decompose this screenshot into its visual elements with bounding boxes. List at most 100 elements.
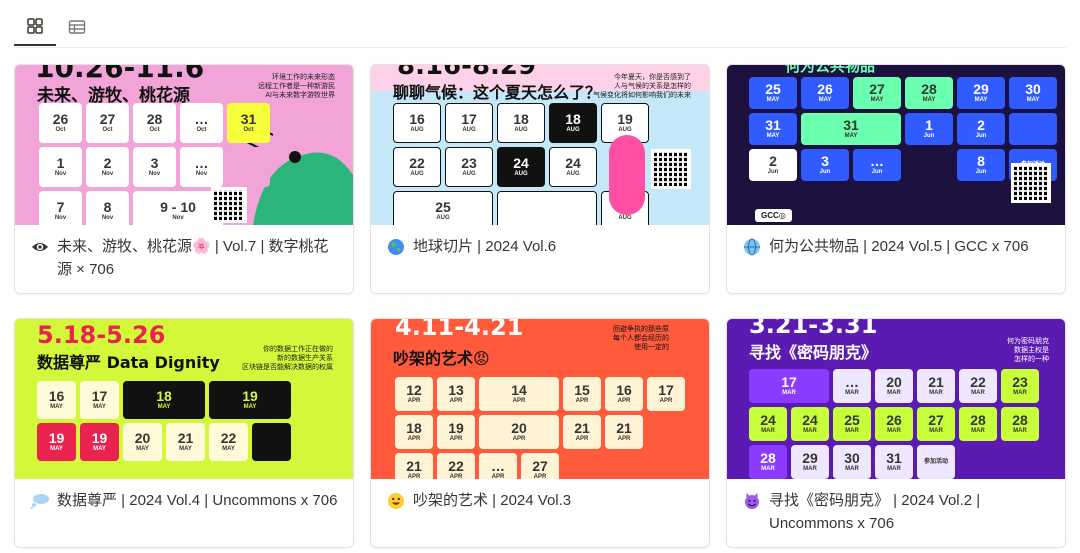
calendar-cell: 31 Oct [227, 103, 270, 143]
gallery-view-tab[interactable] [14, 8, 56, 46]
calendar-cell: 22 APR [437, 453, 475, 479]
sponsor-badge: GCC◎ [755, 209, 792, 222]
calendar-cell: 29 MAY [957, 77, 1005, 109]
card-title-text: 吵架的艺术 | 2024 Vol.3 [413, 492, 572, 509]
table-view-tab[interactable] [56, 8, 98, 46]
calendar-cell: 25 MAY [749, 77, 797, 109]
poster-blurb-line: 新的数据生产关系 [277, 355, 333, 362]
calendar-cell: 17 MAY [80, 381, 119, 419]
calendar-cell: 18 AUG [497, 103, 545, 143]
calendar-cell: 26 MAR [875, 407, 913, 441]
poster-blurb: 环境工作的未来形态 远程工作者是一种新游民 AI与未来数字游牧世界 [258, 73, 335, 100]
card-title: 地球切片 | 2024 Vol.6 [371, 225, 709, 258]
calendar-cell: 22 MAR [959, 369, 997, 403]
poster-subtitle: 寻找《密码朋克》 [749, 343, 878, 362]
calendar-cell: 7 Nov [39, 191, 82, 225]
thought-bubble-icon [29, 490, 51, 512]
calendar-cell: 31 MAY [801, 113, 901, 145]
poster-blurb-line: 何为密码朋克 [1007, 338, 1049, 345]
calendar-cell: 13 APR [437, 377, 475, 411]
calendar-cell: 19 MAY [37, 423, 76, 461]
globe-meridians-icon [741, 236, 763, 258]
calendar-cell [1009, 113, 1057, 145]
poster-subtitle: 聊聊气候：这个夏天怎么了？ [393, 83, 602, 102]
calendar-cell: 1 Nov [39, 147, 82, 187]
calendar-cell: 21 APR [395, 453, 433, 479]
poster-calendar: 12 APR 13 APR 14 APR 15 APR 16 APR 17 APR 18 AP… [395, 377, 685, 479]
gallery-grid-icon [27, 18, 43, 34]
toolbar-divider [14, 47, 1066, 48]
calendar-cell: 19 APR [437, 415, 475, 449]
smiley-face-icon [385, 490, 407, 512]
calendar-cell: 25 MAR [833, 407, 871, 441]
calendar-cell: 2 Jun [957, 113, 1005, 145]
gallery-card-vol7[interactable]: 10.26-11.6 未来、游牧、桃花源 环境工作的未来形态 远程工作者是一种新… [14, 64, 354, 294]
calendar-cell: 17 APR [647, 377, 685, 411]
calendar-cell: 3 Jun [801, 149, 849, 181]
calendar-cell: 1 Jun [905, 113, 953, 145]
table-icon [68, 20, 86, 34]
calendar-cell [905, 149, 953, 181]
poster-blurb: 回避争执的那些原 每个人都会经历的 使用一定的 [613, 325, 669, 352]
poster-header: 5.18-5.26 [37, 321, 166, 349]
calendar-cell: 参加活动 [917, 445, 955, 479]
calendar-cell: 16 APR [605, 377, 643, 411]
qr-code [651, 149, 691, 189]
eye-icon [29, 236, 51, 258]
globe-asia-icon [385, 236, 407, 258]
calendar-cell: 16 AUG [393, 103, 441, 143]
gallery-card-vol3[interactable]: 4.11-4.21 吵架的艺术😡 回避争执的那些原 每个人都会经历的 使用一定的… [370, 318, 710, 548]
calendar-cell: 17 MAR [749, 369, 829, 403]
calendar-cell: 27 MAR [917, 407, 955, 441]
calendar-cell: 19 MAY [80, 423, 119, 461]
calendar-cell: 28 Oct [133, 103, 176, 143]
poster-subtitle: 数据尊严 Data Dignity [37, 353, 220, 372]
card-cover: 3.21-3.31 寻找《密码朋克》 何为密码朋克 数据主权是 怎样的一种 17… [727, 319, 1065, 479]
poster-blurb-line: 人与气候的关系是怎样的 [614, 83, 691, 90]
gallery-card-vol2[interactable]: 3.21-3.31 寻找《密码朋克》 何为密码朋克 数据主权是 怎样的一种 17… [726, 318, 1066, 548]
card-cover: 10.26-11.6 未来、游牧、桃花源 环境工作的未来形态 远程工作者是一种新… [15, 65, 353, 225]
card-title-text: 地球切片 | 2024 Vol.6 [413, 238, 557, 255]
calendar-cell: … Oct [180, 103, 223, 143]
card-title-text: 寻找《密码朋克》 | 2024 Vol.2 | Uncommons x 706 [769, 492, 981, 532]
calendar-cell: 28 MAR [749, 445, 787, 479]
calendar-cell [497, 191, 597, 225]
gallery-card-vol6[interactable]: 8.16-8.29 聊聊气候：这个夏天怎么了？ 今年夏天，你是否感到了 人与气候… [370, 64, 710, 294]
poster-shape [609, 135, 645, 215]
card-title-text: 何为公共物品 | 2024 Vol.5 | GCC x 706 [769, 238, 1029, 255]
calendar-cell: 24 MAR [749, 407, 787, 441]
calendar-cell: 2 Nov [86, 147, 129, 187]
calendar-cell: 20 APR [479, 415, 559, 449]
calendar-cell: … Jun [853, 149, 901, 181]
card-title: 何为公共物品 | 2024 Vol.5 | GCC x 706 [727, 225, 1065, 258]
calendar-cell: 19 MAY [209, 381, 291, 419]
calendar-cell: 30 MAY [1009, 77, 1057, 109]
calendar-cell: 8 Jun [957, 149, 1005, 181]
gallery-card-vol5[interactable]: 何为公共物品 25 MAY 26 MAY 27 MAY 28 MAY 29 MAY 30 M… [726, 64, 1066, 294]
calendar-cell: 22 MAY [209, 423, 248, 461]
calendar-cell: 26 MAY [801, 77, 849, 109]
card-cover: 4.11-4.21 吵架的艺术😡 回避争执的那些原 每个人都会经历的 使用一定的… [371, 319, 709, 479]
calendar-cell: 25 AUG [393, 191, 493, 225]
calendar-cell: … APR [479, 453, 517, 479]
calendar-cell: 18 AUG [549, 103, 597, 143]
calendar-cell: 24 AUG [497, 147, 545, 187]
card-title: 未来、游牧、桃花源🌸 | Vol.7 | 数字桃花源 × 706 [15, 225, 353, 281]
calendar-cell: 28 MAR [959, 407, 997, 441]
poster-blurb: 何为密码朋克 数据主权是 怎样的一种 [1007, 337, 1049, 364]
calendar-cell: 20 MAR [875, 369, 913, 403]
poster-blurb-line: 区块链是否能解决数据的权属 [242, 364, 333, 371]
calendar-cell: 3 Nov [133, 147, 176, 187]
poster-blurb-line: 气候变化将如何影响我们的未来 [593, 92, 691, 99]
calendar-cell: 31 MAR [875, 445, 913, 479]
calendar-cell: 17 AUG [445, 103, 493, 143]
calendar-cell: 27 APR [521, 453, 559, 479]
poster-calendar: 17 MAR … MAR 20 MAR 21 MAR 22 MAR 23 MAR 24 MAR… [749, 369, 1049, 479]
calendar-cell: 24 MAR [791, 407, 829, 441]
poster-blurb-line: 远程工作者是一种新游民 [258, 83, 335, 90]
calendar-cell [252, 423, 291, 461]
poster-blurb-line: 怎样的一种 [1014, 356, 1049, 363]
calendar-cell: … MAR [833, 369, 871, 403]
qr-code [1011, 163, 1051, 203]
gallery-card-vol4[interactable]: 5.18-5.26 数据尊严 Data Dignity 你的数据工作正在做的 新… [14, 318, 354, 548]
